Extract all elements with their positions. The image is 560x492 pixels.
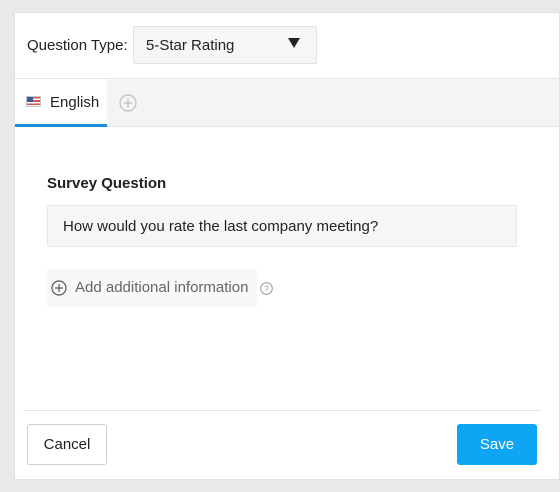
survey-question-label: Survey Question (47, 175, 167, 192)
add-additional-information-button[interactable]: Add additional information (47, 269, 257, 307)
tab-english[interactable]: English (15, 79, 107, 127)
question-type-select[interactable]: 5-Star Rating (133, 26, 317, 64)
language-tabs: English (15, 78, 559, 127)
svg-text:?: ? (264, 284, 269, 294)
us-flag-icon (26, 96, 41, 107)
footer-divider (23, 410, 541, 411)
question-type-selected-value: 5-Star Rating (146, 37, 235, 54)
save-button[interactable]: Save (457, 424, 537, 465)
question-type-label: Question Type: (27, 37, 128, 54)
question-editor-panel: Question Type: 5-Star Rating English Sur… (14, 12, 560, 480)
question-type-row: Question Type: 5-Star Rating (15, 13, 559, 78)
cancel-button[interactable]: Cancel (27, 424, 107, 465)
caret-down-icon (288, 38, 300, 48)
add-additional-information-label: Add additional information (75, 279, 249, 296)
plus-circle-icon (51, 280, 67, 296)
question-circle-icon[interactable]: ? (260, 282, 273, 295)
tab-english-label: English (50, 94, 100, 111)
add-language-icon[interactable] (119, 94, 137, 112)
survey-question-input[interactable] (47, 205, 517, 247)
